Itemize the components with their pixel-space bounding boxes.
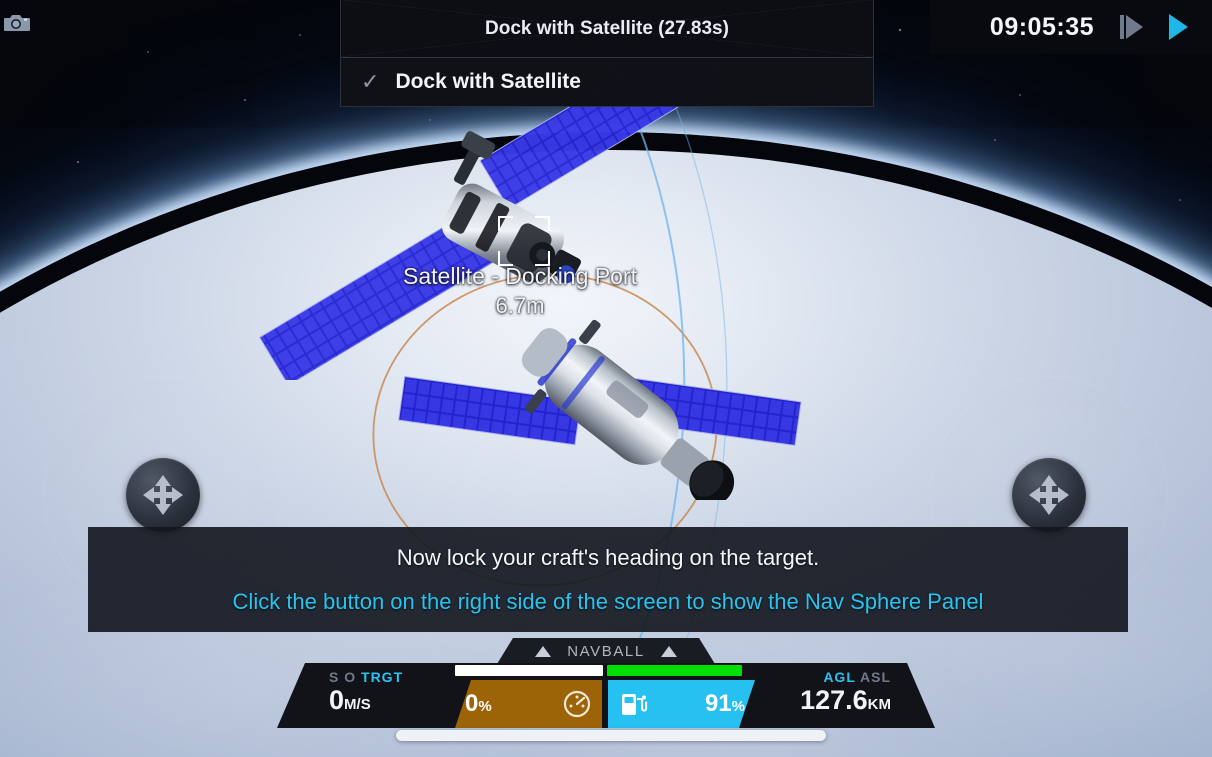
navball-tab[interactable]: NAVBALL <box>497 638 715 664</box>
altitude-value-row: 127.6KM <box>755 685 891 720</box>
throttle-value: 0 <box>465 690 479 717</box>
step-forward-icon[interactable] <box>1120 15 1143 39</box>
step-triangle <box>1126 15 1143 39</box>
navball-tab-label: NAVBALL <box>567 642 645 660</box>
altitude-mode-asl[interactable]: ASL <box>860 669 891 685</box>
fuel-pump-icon <box>618 689 648 719</box>
chevron-up-icon <box>535 646 551 657</box>
throttle-mini-bar <box>455 665 603 676</box>
altitude-mode-row[interactable]: AGL ASL <box>755 669 891 685</box>
objective-label: Dock with Satellite <box>395 70 581 93</box>
step-bar <box>1120 15 1124 39</box>
throttle-gauge-icon <box>562 689 592 719</box>
speed-unit: M/S <box>344 696 371 713</box>
altitude-value: 127.6 <box>800 685 868 715</box>
fuel-mini-bar <box>607 665 742 676</box>
camera-icon <box>4 15 30 31</box>
screenshot-camera-button[interactable] <box>0 0 34 46</box>
fuel-gauge[interactable]: 91% <box>608 680 755 728</box>
speed-readout[interactable]: S O TRGT 0M/S <box>277 663 455 728</box>
target-reticle-icon <box>498 216 550 266</box>
altitude-unit: KM <box>867 696 891 713</box>
fuel-value-wrap: 91% <box>705 690 745 718</box>
play-triangle <box>1169 14 1188 40</box>
speed-mode-row[interactable]: S O TRGT <box>329 669 455 685</box>
throttle-value-wrap: 0% <box>465 690 492 718</box>
mission-clock: 09:05:35 <box>989 12 1094 41</box>
speed-value: 0 <box>329 685 345 715</box>
speed-mode-s[interactable]: S <box>329 669 339 685</box>
altitude-readout[interactable]: AGL ASL 127.6KM <box>755 663 935 728</box>
tutorial-line-1: Now lock your craft's heading on the tar… <box>396 544 820 570</box>
speed-mode-o[interactable]: O <box>344 669 356 685</box>
tutorial-line-2: Click the button on the right side of th… <box>232 588 984 614</box>
chevron-up-icon <box>661 646 677 657</box>
mission-title: Dock with Satellite (27.83s) <box>341 0 873 58</box>
game-screen: Satellite - Docking Port 6.7m Dock with … <box>0 0 1212 757</box>
speed-value-row: 0M/S <box>329 685 455 720</box>
right-joystick-knob[interactable] <box>1012 458 1086 532</box>
altitude-mode-agl[interactable]: AGL <box>823 669 855 685</box>
four-way-arrows-icon <box>143 475 183 515</box>
gauges-group: 0% 91% <box>455 663 755 728</box>
mission-panel: Dock with Satellite (27.83s) ✓ Dock with… <box>340 0 874 107</box>
play-icon[interactable] <box>1169 14 1188 40</box>
left-joystick-knob[interactable] <box>126 458 200 532</box>
time-control-bar: 09:05:35 <box>930 0 1212 54</box>
mini-bars <box>455 665 755 676</box>
tutorial-panel: Now lock your craft's heading on the tar… <box>88 527 1128 632</box>
throttle-gauge[interactable]: 0% <box>455 680 602 728</box>
speed-mode-trgt[interactable]: TRGT <box>361 669 403 685</box>
throttle-percent-sign: % <box>478 698 492 715</box>
four-way-arrows-icon <box>1029 475 1069 515</box>
fuel-value: 91 <box>704 690 732 717</box>
mission-objective-row[interactable]: ✓ Dock with Satellite <box>341 58 873 106</box>
gauges-row: 0% 91% <box>455 680 755 728</box>
objective-check-icon: ✓ <box>361 69 380 94</box>
hud-bar: S O TRGT 0M/S 0% 91% AGL ASL 127.6KM <box>277 663 935 728</box>
navball-slider[interactable] <box>396 730 826 741</box>
fuel-percent-sign: % <box>731 698 745 715</box>
